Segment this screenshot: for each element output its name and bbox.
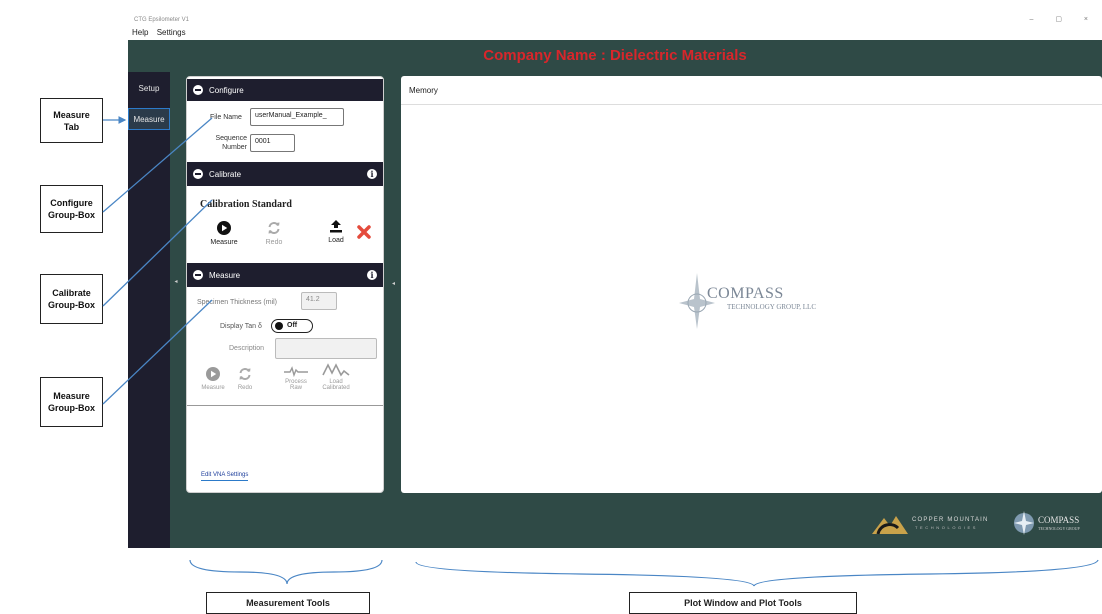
- brace-plot-window: [415, 559, 1099, 587]
- line-configure: [102, 117, 213, 213]
- annotation-lines: [102, 116, 1099, 587]
- line-measure: [102, 299, 213, 405]
- label-measurement-tools: Measurement Tools: [206, 592, 370, 614]
- line-calibrate: [102, 199, 213, 307]
- label-plot-window: Plot Window and Plot Tools: [629, 592, 857, 614]
- brace-measurement-tools: [189, 559, 383, 585]
